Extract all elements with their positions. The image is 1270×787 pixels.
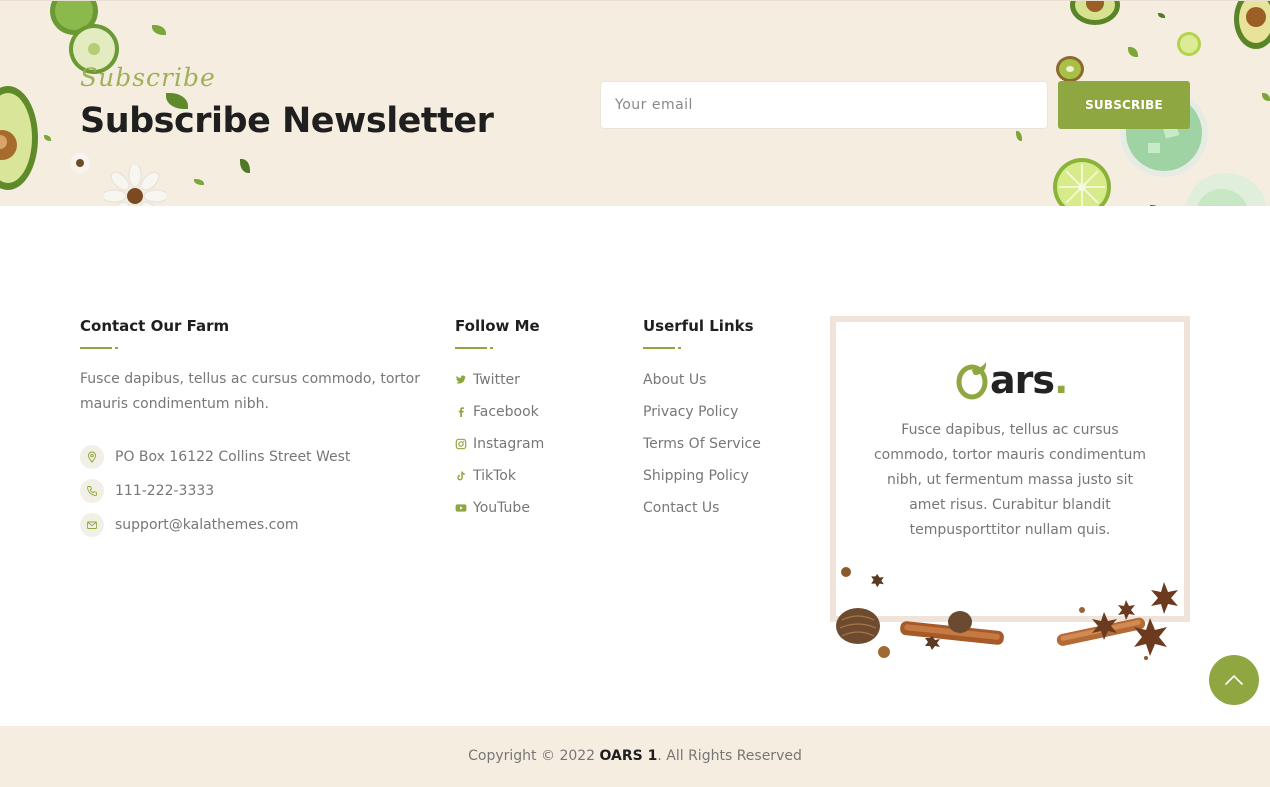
link-privacy-policy[interactable]: Privacy Policy (643, 404, 738, 420)
social-link-label: YouTube (473, 500, 530, 516)
twitter-icon (455, 374, 467, 386)
mail-icon (80, 513, 104, 537)
logo-text: ars (990, 358, 1055, 402)
contact-email[interactable]: support@kalathemes.com (115, 517, 299, 533)
contact-title-rule (80, 347, 118, 349)
link-about-us[interactable]: About Us (643, 372, 706, 388)
avocado-decoration (1070, 1, 1120, 25)
social-link-instagram[interactable]: Instagram (455, 436, 544, 452)
contact-phone[interactable]: 111-222-3333 (115, 483, 214, 499)
leaf-decoration (44, 135, 51, 141)
social-link-label: TikTok (473, 468, 516, 484)
copyright-brand[interactable]: OARS 1 (600, 748, 658, 764)
flower-decoration (104, 165, 166, 206)
social-link-facebook[interactable]: Facebook (455, 404, 539, 420)
facebook-icon (455, 406, 467, 418)
contact-phone-row: 111-222-3333 (80, 479, 214, 503)
social-link-label: Instagram (473, 436, 545, 452)
subscribe-button[interactable]: SUBSCRIBE (1058, 81, 1190, 129)
leaf-decoration (1016, 131, 1022, 141)
social-link-twitter[interactable]: Twitter (455, 372, 520, 388)
tiktok-icon (455, 470, 467, 482)
avocado-decoration (1234, 1, 1270, 49)
leaf-decoration (152, 25, 166, 35)
leaf-decoration (1158, 13, 1165, 18)
small-flower-decoration (70, 153, 90, 173)
back-to-top-button[interactable] (1209, 655, 1259, 705)
youtube-icon (455, 502, 467, 514)
subscribe-script-label: Subscribe (80, 63, 216, 92)
brand-logo[interactable]: ars . (956, 358, 1068, 402)
social-link-label: Twitter (473, 372, 520, 388)
link-contact-us[interactable]: Contact Us (643, 500, 719, 516)
newsletter-section: Subscribe Subscribe Newsletter SUBSCRIBE (0, 0, 1270, 206)
contact-address: PO Box 16122 Collins Street West (115, 449, 351, 465)
leaf-decoration (194, 179, 204, 185)
instagram-icon (455, 438, 467, 450)
lime-slice-decoration (1053, 158, 1111, 206)
logo-dot: . (1054, 358, 1068, 402)
contact-title: Contact Our Farm (80, 317, 230, 335)
follow-title-rule (455, 347, 493, 349)
logo-leaf-o-icon (956, 362, 988, 400)
copyright-bar: Copyright © 2022 OARS 1. All Rights Rese… (0, 726, 1270, 787)
social-link-label: Facebook (473, 404, 539, 420)
location-pin-icon (80, 445, 104, 469)
useful-links-title: Userful Links (643, 317, 754, 335)
leaf-decoration (1128, 47, 1138, 57)
copyright-text: Copyright © 2022 OARS 1. All Rights Rese… (0, 748, 1270, 764)
leaf-decoration (240, 159, 250, 173)
copyright-suffix: . All Rights Reserved (657, 748, 802, 764)
about-description: Fusce dapibus, tellus ac cursus commodo,… (873, 422, 1147, 538)
lime-slice-decoration (1177, 32, 1201, 56)
useful-links-title-rule (643, 347, 681, 349)
email-input[interactable] (600, 81, 1048, 129)
chevron-up-icon (1224, 674, 1244, 686)
avocado-decoration (0, 86, 38, 190)
social-link-youtube[interactable]: YouTube (455, 500, 530, 516)
copyright-prefix: Copyright © 2022 (468, 748, 600, 764)
spices-decoration (836, 567, 1178, 660)
phone-icon (80, 479, 104, 503)
social-link-tiktok[interactable]: TikTok (455, 468, 516, 484)
contact-email-row: support@kalathemes.com (80, 513, 299, 537)
link-terms-of-service[interactable]: Terms Of Service (643, 436, 761, 452)
contact-address-row: PO Box 16122 Collins Street West (80, 445, 350, 469)
link-shipping-policy[interactable]: Shipping Policy (643, 468, 749, 484)
follow-title: Follow Me (455, 317, 540, 335)
contact-description: Fusce dapibus, tellus ac cursus commodo,… (80, 371, 420, 412)
newsletter-title: Subscribe Newsletter (80, 101, 494, 141)
